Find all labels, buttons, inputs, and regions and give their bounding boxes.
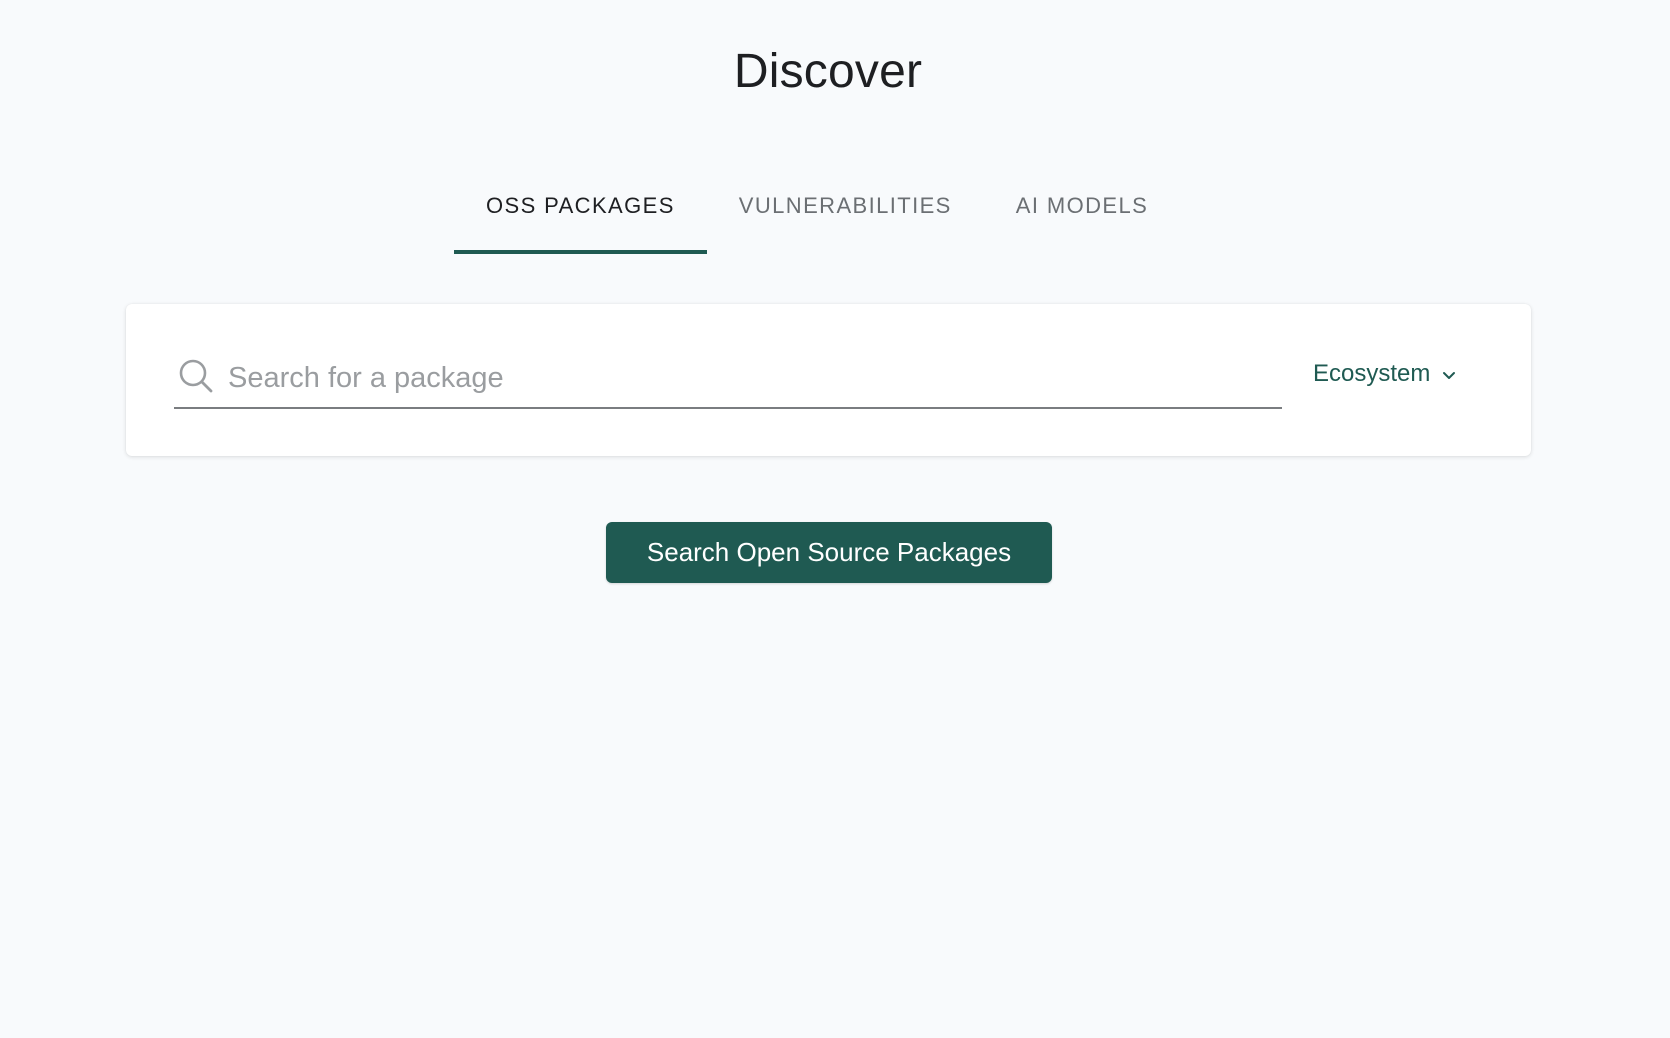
ecosystem-label: Ecosystem [1313, 360, 1431, 387]
tab-vulnerabilities[interactable]: VULNERABILITIES [707, 176, 984, 254]
chevron-down-icon [1443, 372, 1456, 379]
tab-oss-packages[interactable]: OSS PACKAGES [454, 176, 707, 254]
search-field [174, 352, 1282, 409]
search-card: Ecosystem [126, 304, 1531, 456]
search-icon [179, 359, 213, 393]
page-title: Discover [733, 45, 923, 98]
search-input[interactable] [228, 352, 1268, 405]
tab-ai-models[interactable]: AI MODELS [984, 176, 1180, 254]
discover-tabs: OSS PACKAGES VULNERABILITIES AI MODELS [454, 176, 1180, 254]
search-open-source-packages-button[interactable]: Search Open Source Packages [606, 522, 1052, 583]
ecosystem-dropdown[interactable]: Ecosystem [1313, 360, 1458, 388]
